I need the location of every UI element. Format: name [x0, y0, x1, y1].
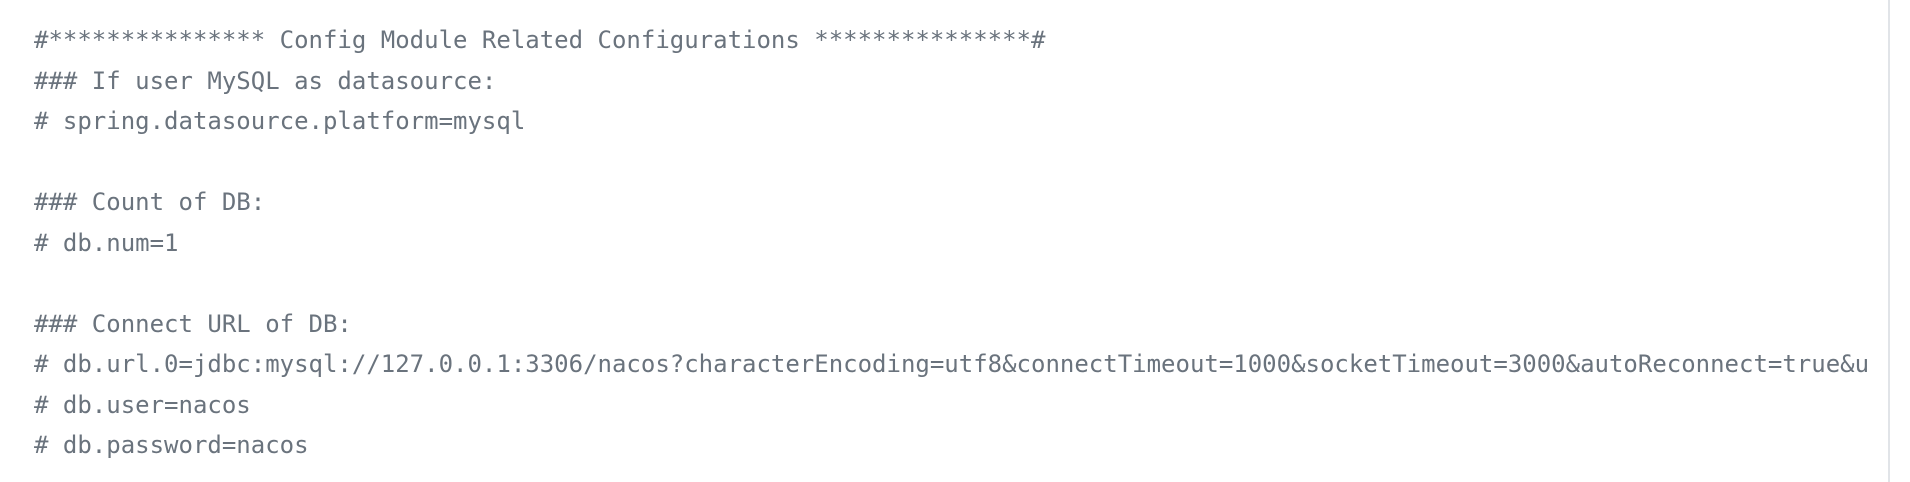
code-line-3: # spring.datasource.platform=mysql [34, 107, 526, 135]
code-line-8: ### Connect URL of DB: [34, 309, 352, 338]
code-line-2: ### If user MySQL as datasource: [34, 66, 497, 95]
code-line-11: # db.password=nacos [34, 431, 309, 459]
code-line-1: #*************** Config Module Related C… [34, 26, 1046, 54]
code-block: #*************** Config Module Related C… [34, 20, 1884, 466]
code-line-5: ### Count of DB: [34, 188, 266, 216]
scrollbar-divider [1888, 0, 1890, 482]
code-line-9: # db.url.0=jdbc:mysql://127.0.0.1:3306/n… [34, 350, 1870, 378]
code-line-6: # db.num=1 [34, 228, 179, 257]
code-line-10: # db.user=nacos [34, 390, 251, 419]
code-viewer: #*************** Config Module Related C… [0, 0, 1910, 482]
